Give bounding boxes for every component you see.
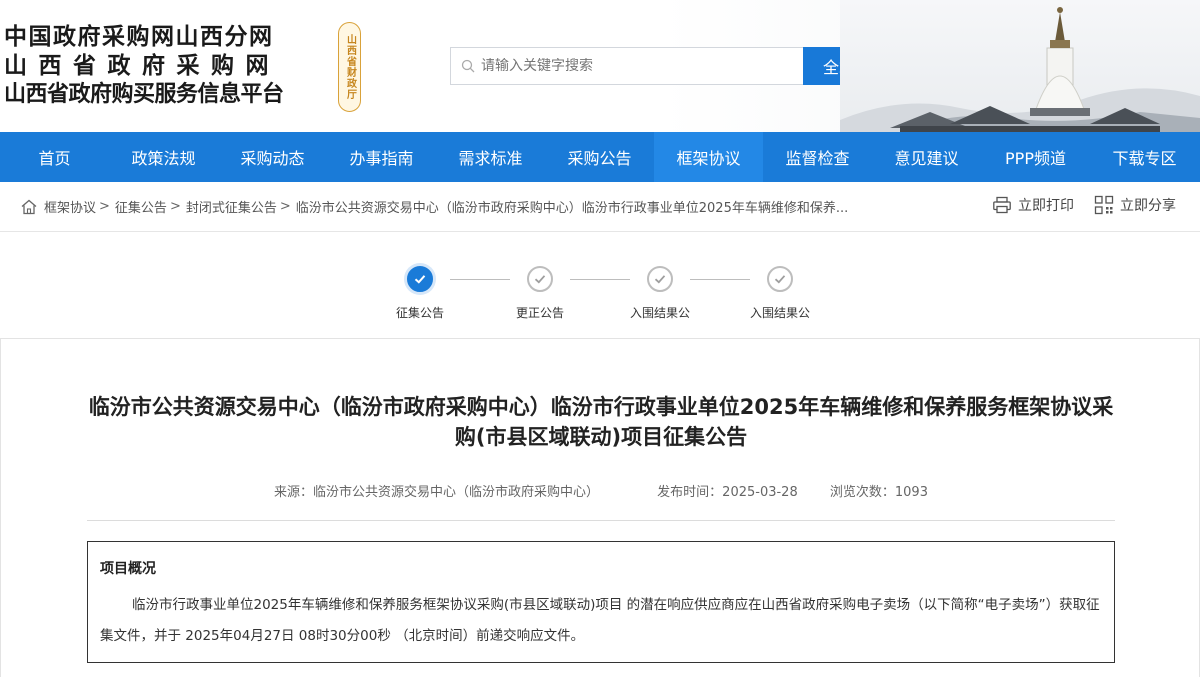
meta-divider <box>87 520 1115 521</box>
print-button[interactable]: 立即打印 <box>992 195 1074 215</box>
search-icon <box>461 59 475 73</box>
article-source: 来源：临汾市公共资源交易中心（临汾市政府采购中心） <box>274 485 600 500</box>
nav-item-procurement-news[interactable]: 采购动态 <box>218 132 327 182</box>
printer-icon <box>993 196 1011 214</box>
search-input[interactable] <box>481 58 781 74</box>
print-label: 立即打印 <box>1018 198 1074 214</box>
article-publish-time: 发布时间：2025-03-28 <box>657 485 798 500</box>
step-check-icon <box>647 266 673 292</box>
site-header: 中国政府采购网山西分网 山西省政府采购网 山西省政府购买服务信息平台 山西省财政… <box>0 0 1200 132</box>
share-label: 立即分享 <box>1120 198 1176 214</box>
overview-title: 项目概况 <box>100 561 156 577</box>
nav-item-demand-standards[interactable]: 需求标准 <box>436 132 545 182</box>
site-logo[interactable]: 中国政府采购网山西分网 山西省政府采购网 山西省政府购买服务信息平台 <box>4 22 284 109</box>
nav-item-procurement-notices[interactable]: 采购公告 <box>545 132 654 182</box>
breadcrumb-link-framework[interactable]: 框架协议 <box>44 197 96 216</box>
breadcrumb-link-closed-solicitation[interactable]: 封闭式征集公告 <box>186 197 277 216</box>
nav-item-supervision[interactable]: 监督检查 <box>763 132 872 182</box>
logo-line-2: 山西省政府采购网 <box>4 52 280 79</box>
article-view-count: 浏览次数：1093 <box>829 485 928 500</box>
step-label: 入围结果公 <box>629 306 690 320</box>
nav-item-home[interactable]: 首页 <box>0 132 109 182</box>
article-title: 临汾市公共资源交易中心（临汾市政府采购中心）临汾市行政事业单位2025年车辆维修… <box>88 395 1114 449</box>
nav-item-downloads[interactable]: 下载专区 <box>1090 132 1199 182</box>
nav-item-policies[interactable]: 政策法规 <box>109 132 218 182</box>
step-check-icon <box>407 266 433 292</box>
search-field[interactable] <box>450 47 803 85</box>
nav-item-framework-agreement[interactable]: 框架协议 <box>654 132 763 182</box>
breadcrumb-link-solicitation[interactable]: 征集公告 <box>115 197 167 216</box>
step-label: 入围结果公 <box>749 306 810 320</box>
step-shortlist-result-1[interactable]: 入围结果公 <box>620 266 700 323</box>
notice-article: 临汾市公共资源交易中心（临汾市政府采购中心）临汾市行政事业单位2025年车辆维修… <box>0 338 1200 677</box>
page-actions: 立即打印 立即分享 <box>992 195 1176 215</box>
step-check-icon <box>767 266 793 292</box>
overview-text: 临汾市行政事业单位2025年车辆维修和保养服务框架协议采购(市县区域联动)项目 … <box>100 597 1100 644</box>
notice-progress-steps: 征集公告 更正公告 入围结果公 入围结果公 <box>0 232 1200 338</box>
share-button[interactable]: 立即分享 <box>1094 195 1176 215</box>
nav-item-service-guide[interactable]: 办事指南 <box>327 132 436 182</box>
finance-department-seal: 山西省财政厅 <box>338 22 361 112</box>
step-correction-notice[interactable]: 更正公告 <box>500 266 580 323</box>
nav-item-suggestions[interactable]: 意见建议 <box>872 132 981 182</box>
step-label: 征集公告 <box>395 306 444 320</box>
search-bar: 全站搜索 <box>450 47 907 85</box>
nav-item-ppp[interactable]: PPP频道 <box>981 132 1090 182</box>
step-label: 更正公告 <box>515 306 564 320</box>
qr-code-icon <box>1094 195 1114 215</box>
pagoda-landscape-illustration <box>840 0 1200 132</box>
seal-text: 山西省财政厅 <box>344 34 356 100</box>
step-shortlist-result-2[interactable]: 入围结果公 <box>740 266 820 323</box>
breadcrumb: 框架协议 > 征集公告 > 封闭式征集公告 > 临汾市公共资源交易中心（临汾市政府采购… <box>20 197 848 216</box>
logo-line-1: 中国政府采购网山西分网 <box>4 23 274 50</box>
step-check-icon <box>527 266 553 292</box>
home-icon[interactable] <box>20 198 38 216</box>
breadcrumb-current: 临汾市公共资源交易中心（临汾市政府采购中心）临汾市行政事业单位2025年车辆维修… <box>295 201 849 216</box>
main-nav: 首页 政策法规 采购动态 办事指南 需求标准 采购公告 框架协议 监督检查 意见… <box>0 132 1200 182</box>
logo-line-3: 山西省政府购买服务信息平台 <box>4 81 284 107</box>
step-solicitation-notice[interactable]: 征集公告 <box>380 266 460 323</box>
breadcrumb-bar: 框架协议 > 征集公告 > 封闭式征集公告 > 临汾市公共资源交易中心（临汾市政府采购… <box>0 182 1200 232</box>
article-meta: 来源：临汾市公共资源交易中心（临汾市政府采购中心） 发布时间：2025-03-2… <box>1 481 1200 500</box>
project-overview-box: 项目概况 临汾市行政事业单位2025年车辆维修和保养服务框架协议采购(市县区域联… <box>87 541 1115 663</box>
